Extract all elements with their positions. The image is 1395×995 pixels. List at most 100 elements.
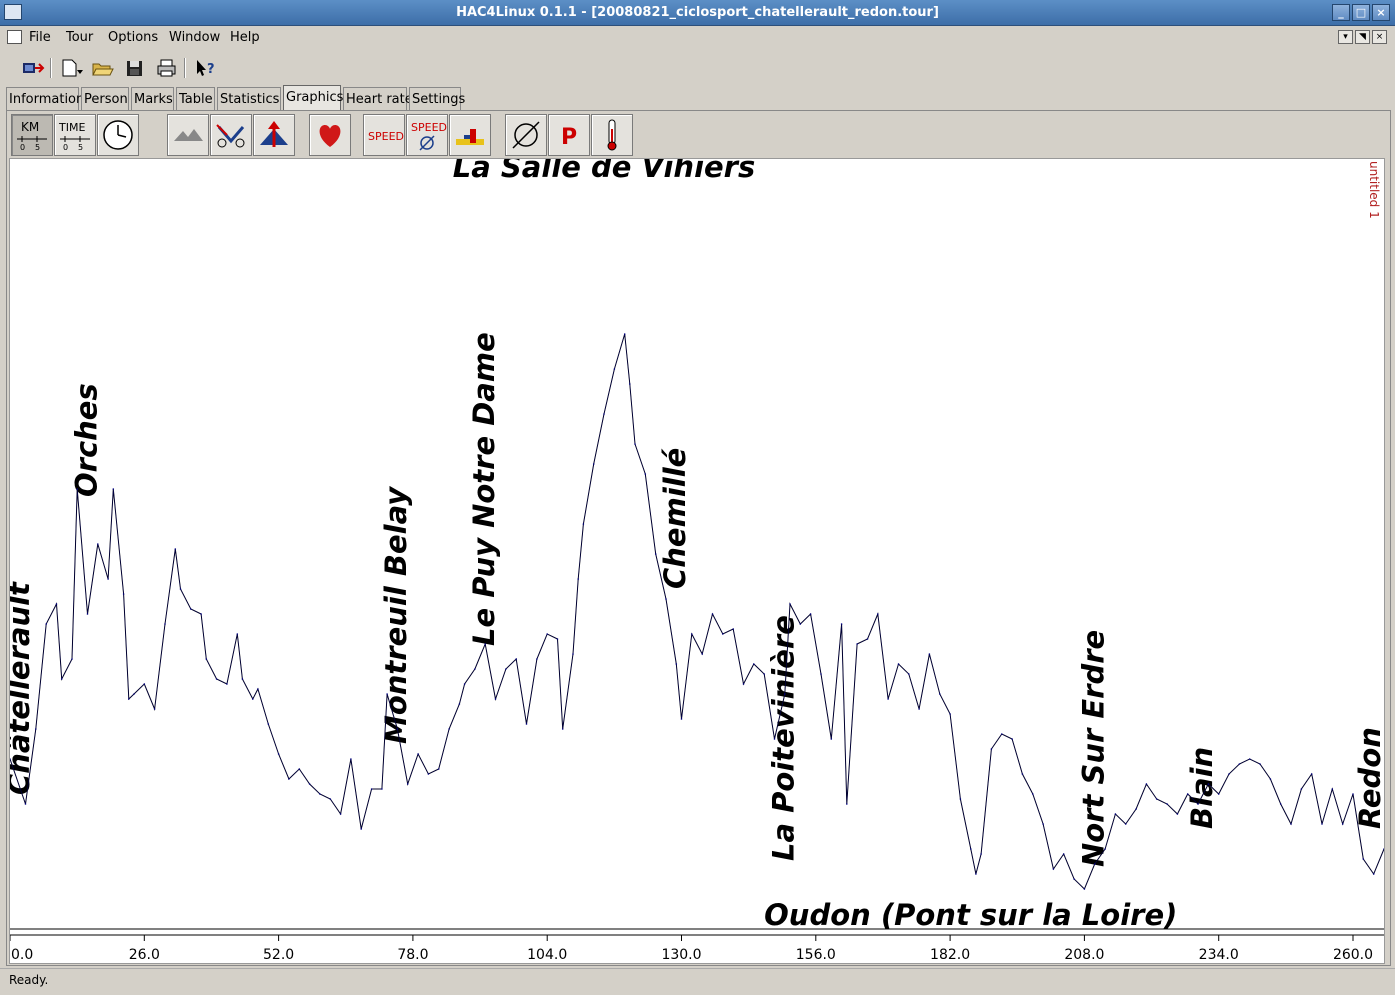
climb-icon[interactable]: [253, 114, 295, 156]
data-point: [396, 728, 399, 730]
data-point: [515, 658, 517, 660]
cadence-icon[interactable]: [449, 114, 491, 156]
data-point: [386, 693, 388, 695]
tab-statistics[interactable]: Statistics: [217, 87, 281, 111]
tab-heart-rate[interactable]: Heart rate: [343, 87, 413, 111]
average-speed-icon[interactable]: SPEED: [406, 114, 448, 156]
altitude-line: [10, 333, 1384, 890]
new-document-icon[interactable]: [58, 56, 84, 80]
print-icon[interactable]: [154, 56, 180, 80]
data-point: [613, 368, 616, 370]
data-point: [1073, 878, 1075, 880]
data-point: [205, 658, 208, 660]
tab-marks[interactable]: Marks: [131, 87, 174, 111]
data-point: [226, 683, 228, 685]
data-point: [1310, 773, 1313, 775]
data-point: [1321, 823, 1323, 825]
data-point: [505, 668, 507, 670]
data-point: [928, 653, 931, 655]
data-point: [179, 588, 182, 590]
transfer-icon[interactable]: [20, 56, 46, 80]
data-point: [437, 768, 440, 770]
data-point: [86, 613, 89, 615]
menu-options[interactable]: Options: [108, 30, 158, 45]
data-point: [1062, 853, 1065, 855]
context-help-icon[interactable]: ?: [192, 56, 218, 80]
document-icon[interactable]: [7, 30, 22, 44]
climb-descent-icon[interactable]: [210, 114, 252, 156]
data-point: [24, 803, 27, 805]
data-point: [241, 678, 244, 680]
altitude-icon[interactable]: [167, 114, 209, 156]
data-point: [164, 623, 166, 625]
data-point: [789, 603, 791, 605]
minimize-button[interactable]: _: [1332, 4, 1350, 21]
menu-bar: File Tour Options Window Help ▾ ◥ ×: [0, 26, 1395, 50]
save-icon[interactable]: [122, 56, 148, 80]
place-label: La Poitevinière: [767, 615, 801, 861]
data-point: [820, 673, 822, 675]
child-close-button[interactable]: ×: [1372, 30, 1387, 44]
close-button[interactable]: ×: [1372, 4, 1390, 21]
altitude-chart[interactable]: Châtellerault Orches Montreuil Belay Le Puy…: [9, 158, 1385, 964]
clock-icon[interactable]: [97, 114, 139, 156]
data-point: [561, 728, 564, 730]
place-label: Montreuil Belay: [379, 486, 413, 744]
data-point: [107, 578, 109, 580]
data-point: [370, 788, 373, 790]
x-tick-label: 260.0: [1333, 947, 1373, 963]
menu-window[interactable]: Window: [169, 30, 220, 45]
data-point: [763, 673, 765, 675]
x-tick-label: 208.0: [1064, 947, 1104, 963]
data-point: [1001, 733, 1003, 735]
data-point: [417, 753, 419, 755]
data-point: [1093, 863, 1096, 865]
x-tick-label: 52.0: [263, 947, 294, 963]
open-folder-icon[interactable]: [90, 56, 116, 80]
menu-file[interactable]: File: [29, 30, 51, 45]
data-point: [71, 658, 73, 660]
speed-icon[interactable]: SPEED: [363, 114, 405, 156]
data-point: [701, 653, 703, 655]
data-point: [267, 723, 270, 725]
data-point: [959, 798, 962, 800]
tab-graphics[interactable]: Graphics: [283, 85, 343, 111]
data-point: [980, 853, 982, 855]
x-tick-label: 182.0: [930, 947, 970, 963]
tab-settings[interactable]: Settings: [409, 87, 465, 111]
tab-person[interactable]: Person: [81, 87, 129, 111]
child-restore-button[interactable]: ◥: [1355, 30, 1370, 44]
data-point: [200, 613, 202, 615]
time-axis-button[interactable]: TIME 0 5: [54, 114, 96, 156]
altitude-line-overlay: [10, 333, 1384, 890]
distance-axis-button[interactable]: KM 0 5: [11, 114, 53, 156]
power-label: P: [561, 125, 577, 150]
child-minimize-button[interactable]: ▾: [1338, 30, 1353, 44]
menu-tour[interactable]: Tour: [66, 30, 93, 45]
menu-help[interactable]: Help: [230, 30, 260, 45]
data-point: [298, 768, 301, 770]
data-point: [288, 778, 290, 780]
data-point: [1383, 848, 1384, 850]
data-point: [190, 608, 192, 610]
power-icon[interactable]: P: [548, 114, 590, 156]
tab-table[interactable]: Table: [176, 87, 215, 111]
data-point: [1259, 763, 1261, 765]
data-point: [360, 828, 363, 830]
heart-rate-icon[interactable]: [309, 114, 351, 156]
tab-information[interactable]: Information: [6, 87, 84, 111]
data-point: [1042, 823, 1044, 825]
data-point: [252, 698, 254, 700]
gradient-icon[interactable]: [505, 114, 547, 156]
data-point: [329, 798, 332, 800]
data-point: [536, 658, 538, 660]
place-label: Châtellerault: [10, 581, 36, 795]
data-point: [918, 708, 920, 710]
maximize-button[interactable]: □: [1352, 4, 1370, 21]
data-point: [174, 548, 177, 550]
data-point: [990, 748, 993, 750]
temperature-icon[interactable]: [591, 114, 633, 156]
title-bar: HAC4Linux 0.1.1 - [20080821_ciclosport_c…: [0, 0, 1395, 26]
data-point: [494, 698, 497, 700]
data-point: [76, 488, 78, 490]
